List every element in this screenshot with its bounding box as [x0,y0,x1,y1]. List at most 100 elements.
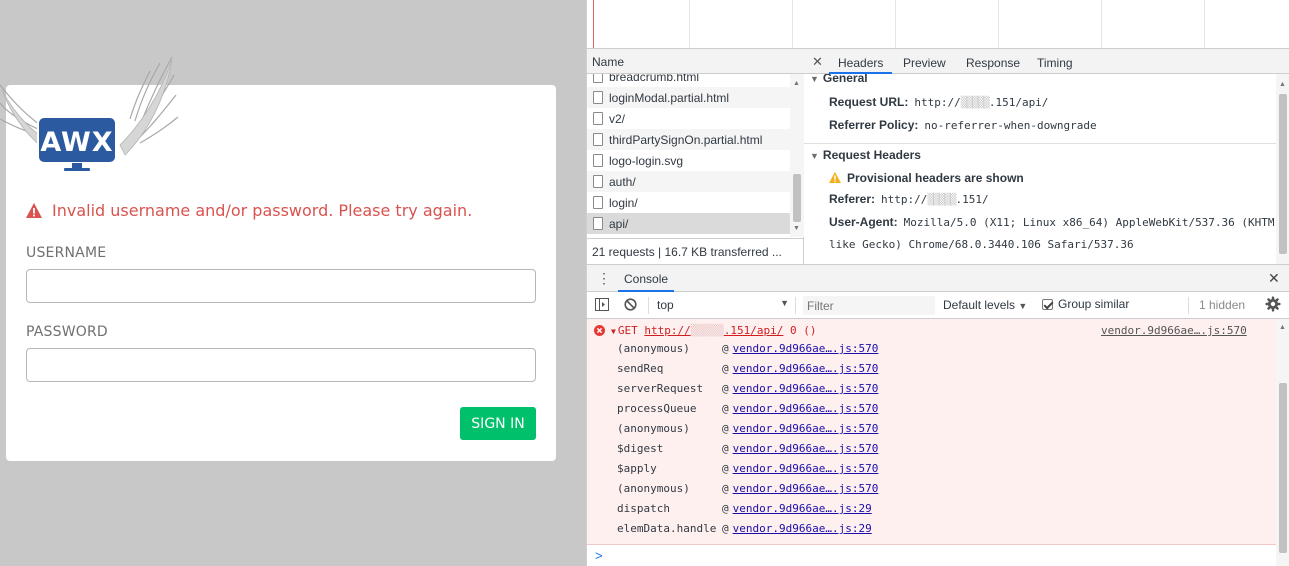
stack-frame-link[interactable]: vendor.9d966ae….js:570 [733,422,879,435]
stack-frame: dispatch @ vendor.9d966ae….js:29 [617,502,872,515]
headers-content: ▼ General Request URL: http://▒▒▒▒▒.151/ap… [804,74,1276,264]
network-timeline[interactable] [587,0,1289,49]
timeline-gridline [895,0,896,48]
stack-frame: elemData.handle @ vendor.9d966ae….js:29 [617,522,872,535]
timeline-gridline [1204,0,1205,48]
group-similar-checkbox[interactable]: Group similar [1042,297,1129,311]
sign-in-button[interactable]: SIGN IN [460,407,536,440]
stack-frame-link[interactable]: vendor.9d966ae….js:570 [733,482,879,495]
headers-scrollbar[interactable]: ▲ [1276,74,1289,264]
console-output: ▼ GET http://▒▒▒▒▒.151/api/ 0 () vendor.9… [587,319,1276,566]
toolbar-separator [795,297,796,314]
redacted-host: ▒▒▒▒▒ [927,193,956,206]
context-selector[interactable]: top ▼ [657,298,789,312]
close-icon[interactable]: ✕ [1268,270,1280,287]
scroll-thumb[interactable] [1279,383,1287,553]
stack-frame-link[interactable]: vendor.9d966ae….js:570 [733,402,879,415]
dropdown-arrow-icon: ▼ [1018,301,1028,311]
stack-frame-link[interactable]: vendor.9d966ae….js:570 [733,342,879,355]
request-list: breadcrumb.html loginModal.partial.html … [587,74,790,237]
scroll-down-arrow[interactable]: ▼ [793,225,800,232]
stack-frame: serverRequest @ vendor.9d966ae….js:570 [617,382,879,395]
expand-triangle-icon: ▼ [810,151,819,161]
scroll-thumb[interactable] [1279,94,1287,254]
request-row[interactable]: auth/ [587,171,790,192]
console-prompt[interactable]: > [595,548,603,563]
section-divider [804,143,1276,144]
request-row-selected[interactable]: api/ [587,213,790,234]
tab-console[interactable]: Console [618,265,675,292]
password-label: PASSWORD [26,324,108,340]
console-toolbar: top▼ Default levels ▼ Group similar 1 hi… [587,292,1289,319]
stack-frame-link[interactable]: vendor.9d966ae….js:29 [733,522,872,535]
checkbox-checked-icon [1042,298,1053,310]
request-list-scrollbar[interactable]: ▲ ▼ [790,74,804,237]
redacted-host: ▒▒▒▒▒ [690,324,724,337]
log-levels-dropdown[interactable]: Default levels ▼ [943,298,1027,312]
tab-response[interactable]: Response [966,49,1020,74]
gear-icon[interactable] [1265,296,1281,312]
tab-headers[interactable]: Headers [829,49,893,74]
stack-frame-link[interactable]: vendor.9d966ae….js:570 [733,442,879,455]
network-request-panel: Name breadcrumb.html loginModal.partial.… [587,49,804,264]
sidebar-toggle-icon[interactable] [595,298,609,311]
request-row[interactable]: breadcrumb.html [587,74,790,87]
user-agent-row: User-Agent: Mozilla/5.0 (X11; Linux x86_6… [829,215,1275,229]
error-text[interactable]: ▼ GET http://▒▒▒▒▒.151/api/ 0 () [611,324,817,337]
warning-icon [26,202,42,218]
file-icon [593,196,603,209]
stack-frame-link[interactable]: vendor.9d966ae….js:29 [733,502,872,515]
referer-row: Referer: http://▒▒▒▒▒.151/ [829,192,989,206]
timeline-gridline [689,0,690,48]
console-error-message: ▼ GET http://▒▒▒▒▒.151/api/ 0 () vendor.9… [587,319,1276,545]
request-row[interactable]: loginModal.partial.html [587,87,790,108]
expand-triangle-icon: ▼ [810,74,819,84]
scroll-thumb[interactable] [793,174,801,222]
network-summary: 21 requests | 16.7 KB transferred ... [587,238,804,264]
request-headers-section-title[interactable]: ▼ Request Headers [810,148,921,162]
devtools-pane: Name breadcrumb.html loginModal.partial.… [586,0,1289,566]
stack-frame-link[interactable]: vendor.9d966ae….js:570 [733,462,879,475]
username-input[interactable] [26,269,536,303]
svg-file-icon [593,154,603,167]
name-column-header[interactable]: Name [587,49,804,74]
request-row[interactable]: logo-login.svg [587,150,790,171]
error-url[interactable]: http://▒▒▒▒▒.151/api/ [644,324,783,337]
awx-logo: AWX [0,55,180,175]
more-vertical-icon[interactable]: ⋮ [597,270,611,287]
request-row[interactable]: thirdPartySignOn.partial.html [587,129,790,150]
timeline-gridline [792,0,793,48]
stack-frame: (anonymous) @ vendor.9d966ae….js:570 [617,342,879,355]
filter-input[interactable] [803,296,935,315]
scroll-up-arrow[interactable]: ▲ [793,80,800,87]
stack-frame: (anonymous) @ vendor.9d966ae….js:570 [617,422,879,435]
user-agent-continued: like Gecko) Chrome/68.0.3440.106 Safari/… [829,238,1134,251]
hidden-count: 1 hidden [1199,298,1246,312]
tab-timing[interactable]: Timing [1037,49,1073,74]
stack-frame-link[interactable]: vendor.9d966ae….js:570 [733,362,879,375]
toolbar-separator [648,297,649,314]
details-tabbar: ✕ Headers Preview Response Timing [804,49,1289,74]
password-input[interactable] [26,348,536,382]
error-source-link[interactable]: vendor.9d966ae….js:570 [1101,324,1247,337]
close-icon[interactable]: ✕ [812,54,823,70]
error-message: Invalid username and/or password. Please… [52,200,473,220]
request-row[interactable]: login/ [587,192,790,213]
redacted-host: ▒▒▒▒▒ [960,96,990,109]
request-details-panel: ✕ Headers Preview Response Timing ▼ Gener… [804,49,1289,264]
stack-frame: (anonymous) @ vendor.9d966ae….js:570 [617,482,879,495]
scroll-up-arrow[interactable]: ▲ [1279,324,1286,331]
stack-frame-link[interactable]: vendor.9d966ae….js:570 [733,382,879,395]
file-icon [593,91,603,104]
collapse-triangle-icon: ▼ [611,327,616,336]
request-row[interactable]: v2/ [587,108,790,129]
console-scrollbar[interactable]: ▲ [1276,319,1289,566]
timeline-gridline [1101,0,1102,48]
error-icon [594,325,605,336]
general-section-title[interactable]: ▼ General [810,74,868,85]
provisional-warning-row: Provisional headers are shown [829,171,1030,185]
scroll-up-arrow[interactable]: ▲ [1279,81,1286,88]
toolbar-separator [1188,297,1189,314]
tab-preview[interactable]: Preview [903,49,946,74]
clear-console-icon[interactable] [624,298,637,311]
